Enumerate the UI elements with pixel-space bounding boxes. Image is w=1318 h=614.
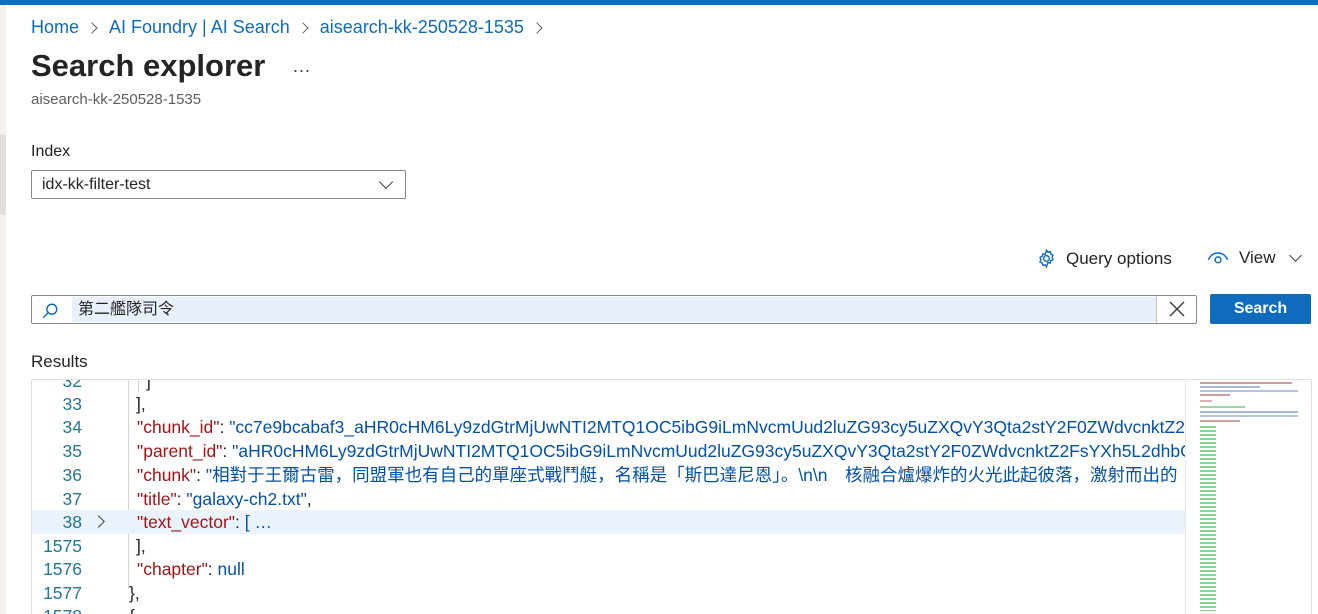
code-line: 1575 ], bbox=[32, 534, 1185, 558]
search-icon bbox=[42, 303, 58, 319]
json-key: "chunk_id" bbox=[137, 417, 220, 437]
clear-search-button[interactable] bbox=[1156, 296, 1196, 323]
more-actions-button[interactable]: ... bbox=[293, 56, 311, 77]
json-key: "text_vector" bbox=[137, 512, 236, 532]
minimap-line bbox=[1200, 394, 1230, 396]
line-number: 32 bbox=[62, 379, 82, 391]
json-key: "chunk" bbox=[137, 465, 197, 485]
line-number: 33 bbox=[62, 394, 82, 414]
index-dropdown[interactable]: idx-kk-filter-test bbox=[31, 170, 406, 199]
code-line: 36 "chunk": "相對于王爾古雷，同盟軍也有自己的單座式戰鬥艇，名稱是「… bbox=[32, 463, 1185, 487]
eye-icon bbox=[1207, 252, 1229, 264]
line-number: 1575 bbox=[43, 536, 82, 556]
minimap-line bbox=[1200, 420, 1240, 422]
chevron-right-icon[interactable] bbox=[92, 515, 105, 528]
breadcrumb-ai-foundry[interactable]: AI Foundry | AI Search bbox=[109, 17, 290, 38]
line-number: 34 bbox=[62, 417, 82, 437]
code-line: 38 "text_vector": [ … bbox=[32, 510, 1185, 534]
index-dropdown-value: idx-kk-filter-test bbox=[42, 176, 151, 193]
editor-minimap[interactable] bbox=[1185, 380, 1311, 614]
line-number: 37 bbox=[62, 489, 82, 509]
search-input[interactable]: 第二艦隊司令 bbox=[31, 295, 1197, 324]
line-number: 1578 bbox=[32, 604, 82, 614]
view-label: View bbox=[1239, 248, 1276, 267]
close-icon bbox=[1169, 301, 1185, 317]
page-subtitle: aisearch-kk-250528-1535 bbox=[31, 91, 202, 108]
minimap-line bbox=[1200, 382, 1292, 384]
breadcrumb-chevron-icon bbox=[297, 21, 309, 34]
code-line: 32 ] bbox=[32, 379, 1185, 393]
code-text: { bbox=[129, 604, 135, 614]
line-number: 35 bbox=[62, 441, 82, 461]
json-value: "相對于王爾古雷，同盟軍也有自己的單座式戰鬥艇，名稱是「斯巴達尼恩」。\n\n … bbox=[205, 465, 1178, 485]
breadcrumb-home[interactable]: Home bbox=[31, 17, 79, 38]
gear-icon bbox=[1039, 248, 1054, 269]
minimap-scroll-region bbox=[1200, 426, 1216, 611]
json-value: "galaxy-ch2.txt" bbox=[186, 489, 307, 509]
index-label: Index bbox=[31, 143, 71, 160]
code-line: 34 "chunk_id": "cc7e9bcabaf3_aHR0cHM6Ly9… bbox=[32, 415, 1311, 439]
code-line: 1576 "chapter": null bbox=[32, 557, 1185, 581]
json-key: "chapter" bbox=[137, 559, 208, 579]
code-line: 33 ], bbox=[32, 392, 1185, 416]
line-number: 1576 bbox=[43, 559, 82, 579]
query-options-button[interactable]: Query options bbox=[1036, 248, 1172, 269]
minimap-line bbox=[1200, 406, 1245, 408]
results-json-editor[interactable]: 32 ] 33 ], 34 "chunk_id": "cc7e9bcabaf3_… bbox=[31, 379, 1312, 614]
minimap-line bbox=[1200, 411, 1298, 413]
code-text: ] bbox=[146, 379, 151, 391]
json-key: "parent_id" bbox=[137, 441, 223, 461]
code-text: ], bbox=[136, 394, 146, 414]
breadcrumb-search-service[interactable]: aisearch-kk-250528-1535 bbox=[320, 17, 524, 38]
minimap-line bbox=[1200, 400, 1212, 402]
minimap-line bbox=[1200, 390, 1298, 392]
code-line: 1578 { bbox=[32, 604, 1185, 614]
line-number: 36 bbox=[62, 465, 82, 485]
search-query-text[interactable]: 第二艦隊司令 bbox=[72, 297, 1156, 322]
code-line: 37 "title": "galaxy-ch2.txt", bbox=[32, 487, 1185, 511]
json-value: null bbox=[217, 559, 245, 579]
breadcrumb-chevron-icon bbox=[531, 21, 543, 34]
nav-strip-handle[interactable] bbox=[0, 135, 6, 215]
results-label: Results bbox=[31, 352, 88, 371]
left-nav-strip bbox=[0, 5, 6, 614]
minimap-line bbox=[1200, 386, 1260, 388]
chevron-down-icon bbox=[1288, 248, 1302, 262]
query-options-label: Query options bbox=[1066, 248, 1172, 268]
json-key: "title" bbox=[137, 489, 177, 509]
code-line: 1577 }, bbox=[32, 581, 1185, 605]
code-text: }, bbox=[129, 583, 140, 603]
view-button[interactable]: View bbox=[1207, 248, 1302, 268]
search-button[interactable]: Search bbox=[1210, 294, 1311, 324]
page-title: Search explorer bbox=[31, 48, 266, 83]
json-value: "aHR0cHM6Ly9zdGtrMjUwNTI2MTQ1OC5ibG9iLmN… bbox=[232, 441, 1312, 461]
breadcrumb: Home AI Foundry | AI Search aisearch-kk-… bbox=[31, 17, 554, 38]
top-accent-bar bbox=[0, 0, 1318, 5]
folded-value[interactable]: [ … bbox=[245, 512, 272, 532]
breadcrumb-chevron-icon bbox=[86, 21, 98, 34]
code-line: 35 "parent_id": "aHR0cHM6Ly9zdGtrMjUwNTI… bbox=[32, 439, 1311, 463]
chevron-down-icon bbox=[378, 174, 394, 190]
minimap-line bbox=[1200, 415, 1298, 417]
line-number: 38 bbox=[62, 512, 82, 532]
code-text: ], bbox=[136, 536, 146, 556]
line-number: 1577 bbox=[43, 583, 82, 603]
json-value: "cc7e9bcabaf3_aHR0cHM6Ly9zdGtrMjUwNTI2MT… bbox=[229, 417, 1311, 437]
